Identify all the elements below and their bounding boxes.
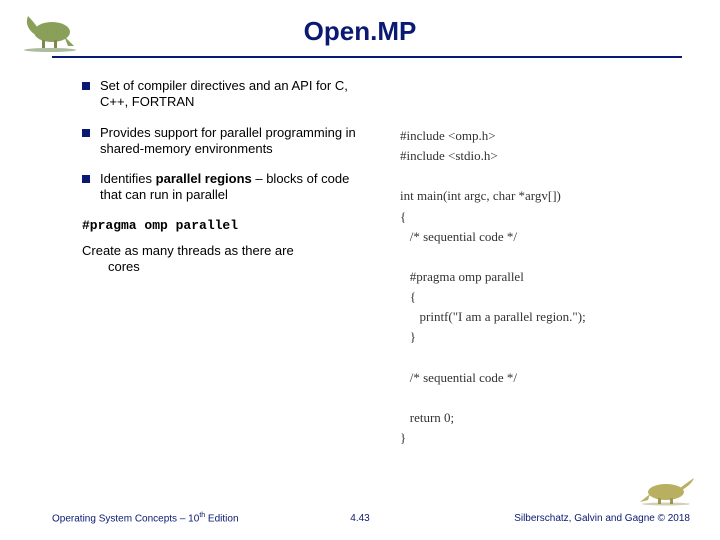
title-row: Open.MP [0, 16, 720, 47]
dinosaur-bottom-image [638, 472, 696, 506]
bullet-item: Set of compiler directives and an API fo… [82, 78, 372, 111]
footer-copyright: Silberschatz, Galvin and Gagne © 2018 [514, 513, 690, 524]
bullet-item: Identifies parallel regions – blocks of … [82, 171, 372, 204]
bullet-text: Identifies parallel regions – blocks of … [100, 171, 372, 204]
bullet-square-icon [82, 82, 90, 90]
title-underline [52, 56, 682, 58]
content-left-column: Set of compiler directives and an API fo… [82, 78, 372, 275]
pragma-directive: #pragma omp parallel [82, 218, 372, 233]
bullet-square-icon [82, 129, 90, 137]
slide-title: Open.MP [304, 16, 417, 47]
bullet-text: Provides support for parallel programmin… [100, 125, 372, 158]
bullet-square-icon [82, 175, 90, 183]
slide: Open.MP Set of compiler directives and a… [0, 0, 720, 540]
plain-text-hang: cores [82, 259, 372, 275]
code-sample: #include <omp.h> #include <stdio.h> int … [400, 126, 700, 448]
plain-text-line: Create as many threads as there are core… [82, 243, 372, 276]
bullet-text: Set of compiler directives and an API fo… [100, 78, 372, 111]
bullet-item: Provides support for parallel programmin… [82, 125, 372, 158]
plain-text-first: Create as many threads as there are [82, 243, 294, 258]
footer: Operating System Concepts – 10th Edition… [0, 504, 720, 524]
